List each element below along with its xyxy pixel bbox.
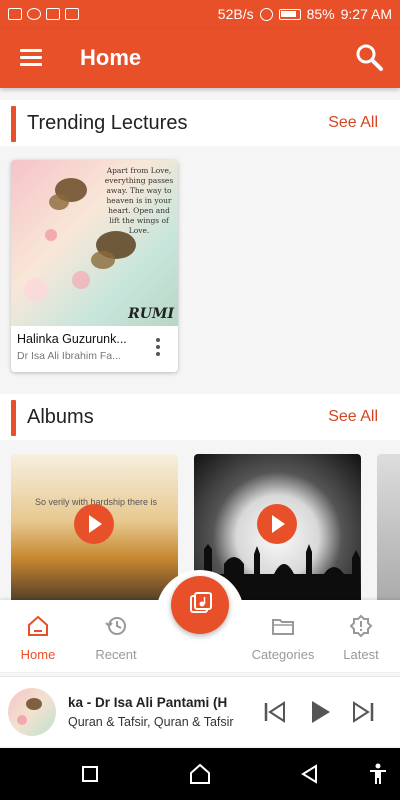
album-card[interactable]: So verily with hardship there is relief bbox=[11, 454, 178, 600]
status-bar: 52B/s 85% 9:27 AM bbox=[0, 0, 400, 28]
lecture-author: Dr Isa Ali Ibrahim Fa... bbox=[17, 350, 121, 362]
whatsapp-icon bbox=[27, 8, 41, 20]
trending-title: Trending Lectures bbox=[27, 112, 188, 134]
trending-see-all-link[interactable]: See All bbox=[328, 114, 378, 132]
nav-home-label: Home bbox=[20, 647, 56, 662]
now-playing-fab[interactable] bbox=[171, 576, 229, 634]
lecture-info: Halinka Guzurunk... Dr Isa Ali Ibrahim F… bbox=[11, 326, 178, 372]
music-library-icon bbox=[190, 592, 212, 613]
home-content[interactable]: Trending Lectures See All Apart from Lov… bbox=[0, 88, 400, 600]
alert-icon bbox=[349, 614, 373, 638]
trending-header: Trending Lectures See All bbox=[0, 100, 400, 146]
lecture-thumbnail: Apart from Love, everything passes away.… bbox=[11, 160, 178, 326]
trending-lecture-card[interactable]: Apart from Love, everything passes away.… bbox=[11, 160, 178, 372]
search-icon[interactable] bbox=[354, 42, 384, 72]
notification-icons bbox=[8, 8, 79, 20]
lecture-title: Halinka Guzurunk... bbox=[17, 332, 127, 346]
image-icon bbox=[46, 8, 60, 20]
app-bar: Home bbox=[0, 28, 400, 88]
now-playing-thumbnail bbox=[8, 688, 56, 736]
nav-home[interactable]: Home bbox=[3, 614, 73, 662]
more-vert-icon[interactable] bbox=[156, 338, 162, 356]
nav-latest[interactable]: Latest bbox=[326, 614, 396, 662]
network-speed: 52B/s bbox=[217, 6, 254, 22]
nav-recent-label: Recent bbox=[95, 647, 137, 662]
nav-recent[interactable]: Recent bbox=[81, 614, 151, 662]
battery-icon bbox=[278, 8, 301, 20]
albums-title: Albums bbox=[27, 406, 94, 428]
quote-signature: RUMI bbox=[128, 306, 174, 322]
skip-next-icon[interactable] bbox=[350, 699, 376, 725]
skip-previous-icon[interactable] bbox=[262, 699, 288, 725]
lecture-quote: Apart from Love, everything passes away.… bbox=[104, 166, 174, 235]
gallery-icon bbox=[65, 8, 79, 20]
home-system-icon[interactable] bbox=[188, 762, 212, 786]
battery-level: 85% bbox=[306, 6, 335, 22]
bottom-nav: Home Recent Categories Latest bbox=[0, 570, 400, 672]
recents-icon[interactable] bbox=[78, 762, 102, 786]
butterfly-thumb-art bbox=[17, 698, 42, 725]
section-accent-bar bbox=[11, 400, 16, 436]
nav-categories[interactable]: Categories bbox=[248, 614, 318, 662]
page-title: Home bbox=[80, 45, 142, 70]
play-icon[interactable] bbox=[74, 504, 114, 544]
folder-icon bbox=[272, 619, 294, 635]
back-icon[interactable] bbox=[298, 762, 322, 786]
album-card[interactable] bbox=[377, 454, 400, 600]
alarm-icon bbox=[259, 7, 273, 21]
history-icon bbox=[105, 617, 126, 635]
now-playing-subtitle: Quran & Tafsir, Quran & Tafsir bbox=[68, 715, 234, 729]
albums-see-all-link[interactable]: See All bbox=[328, 408, 378, 426]
menu-icon[interactable] bbox=[20, 49, 42, 67]
mail-icon bbox=[8, 8, 22, 20]
albums-header: Albums See All bbox=[0, 394, 400, 440]
section-accent-bar bbox=[11, 106, 16, 142]
now-playing-title: ka - Dr Isa Ali Pantami (H bbox=[68, 695, 228, 710]
play-icon[interactable] bbox=[306, 699, 332, 725]
accessibility-icon[interactable] bbox=[366, 762, 390, 786]
clock: 9:27 AM bbox=[340, 6, 392, 22]
system-nav-bar bbox=[0, 748, 400, 800]
nav-categories-label: Categories bbox=[251, 647, 315, 662]
play-icon[interactable] bbox=[257, 504, 297, 544]
status-right: 52B/s 85% 9:27 AM bbox=[218, 6, 392, 22]
nav-latest-label: Latest bbox=[343, 647, 379, 662]
mini-player[interactable]: ka - Dr Isa Ali Pantami (H Quran & Tafsi… bbox=[0, 676, 400, 746]
home-icon bbox=[28, 615, 48, 636]
